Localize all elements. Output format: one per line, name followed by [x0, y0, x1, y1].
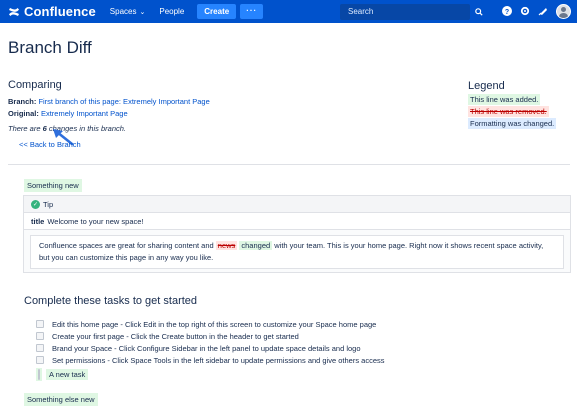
check-circle-icon: ✓ [31, 199, 40, 209]
legend-removed: This line was removed. [468, 106, 549, 117]
tasks-heading: Complete these tasks to get started [24, 295, 198, 307]
task-list: Edit this home page - Click Edit in the … [36, 318, 385, 381]
task-label: Create your first page - Click the Creat… [52, 331, 299, 341]
added-paragraph-2: Something else new [24, 393, 98, 406]
task-label: A new task [46, 368, 89, 380]
legend: Legend This line was added. This line wa… [468, 80, 557, 130]
page-title: Branch Diff [8, 38, 92, 57]
search-input[interactable]: Search [340, 4, 483, 20]
user-avatar[interactable] [556, 4, 571, 19]
search-icon[interactable] [475, 8, 483, 16]
chevron-down-icon: ⌄ [139, 8, 146, 16]
tip-body-before: Confluence spaces are great for sharing … [39, 241, 216, 250]
task-item: Create your first page - Click the Creat… [36, 330, 385, 342]
added-task-item: A new task [36, 367, 385, 381]
people-link[interactable]: People [159, 7, 184, 16]
legend-changed: Formatting was changed. [468, 118, 557, 129]
original-label: Original: [8, 109, 39, 118]
confluence-logo-icon [9, 7, 19, 16]
task-label: Set permissions - Click Space Tools in t… [52, 355, 385, 365]
search-placeholder: Search [348, 7, 374, 16]
help-icon[interactable]: ? [500, 4, 514, 18]
top-navigation: Confluence Spaces ⌄ People Create ··· Se… [0, 0, 577, 23]
task-label: Edit this home page - Click Edit in the … [52, 319, 377, 329]
tip-header: ✓ Tip [24, 196, 570, 213]
branch-label: Branch: [8, 97, 37, 106]
branch-line: Branch: First branch of this page: Extre… [8, 97, 210, 106]
tip-title-label: title [31, 216, 45, 226]
added-paragraph: Something new [24, 179, 82, 192]
svg-text:?: ? [505, 9, 509, 16]
notifications-icon[interactable] [536, 4, 550, 18]
spaces-label: Spaces [109, 7, 137, 16]
original-link[interactable]: Extremely Important Page [41, 109, 128, 118]
settings-gear-icon[interactable] [518, 4, 532, 18]
back-to-branch-link[interactable]: << Back to Branch [19, 140, 81, 149]
task-checkbox[interactable] [36, 356, 44, 364]
original-line: Original: Extremely Important Page [8, 109, 128, 118]
spaces-menu[interactable]: Spaces ⌄ [110, 7, 146, 16]
added-word: changed [239, 241, 273, 250]
task-item: Brand your Space - Click Configure Sideb… [36, 342, 385, 354]
tip-title-row: title Welcome to your new space! [24, 213, 570, 230]
legend-added: This line was added. [468, 94, 541, 105]
brand-name: Confluence [24, 4, 96, 19]
task-checkbox[interactable] [36, 320, 44, 328]
removed-word: news [215, 241, 238, 250]
task-label: Brand your Space - Click Configure Sideb… [52, 343, 361, 353]
more-button[interactable]: ··· [240, 4, 264, 19]
create-button[interactable]: Create [197, 4, 237, 19]
comparing-heading: Comparing [8, 79, 62, 91]
section-divider [8, 164, 570, 165]
task-item: Edit this home page - Click Edit in the … [36, 318, 385, 330]
branch-link[interactable]: First branch of this page: Extremely Imp… [38, 97, 209, 106]
tip-panel: ✓ Tip title Welcome to your new space! C… [23, 195, 571, 273]
task-checkbox[interactable] [36, 344, 44, 352]
task-item: Set permissions - Click Space Tools in t… [36, 354, 385, 366]
tip-body: Confluence spaces are great for sharing … [30, 235, 564, 269]
changes-prefix: There are [8, 124, 43, 133]
added-task-checkbox-wrap [36, 367, 42, 381]
task-checkbox[interactable] [38, 368, 40, 380]
legend-heading: Legend [468, 80, 505, 92]
confluence-logo[interactable]: Confluence [8, 4, 96, 19]
tip-title-value: Welcome to your new space! [47, 216, 144, 226]
tip-label: Tip [43, 199, 54, 209]
task-checkbox[interactable] [36, 332, 44, 340]
